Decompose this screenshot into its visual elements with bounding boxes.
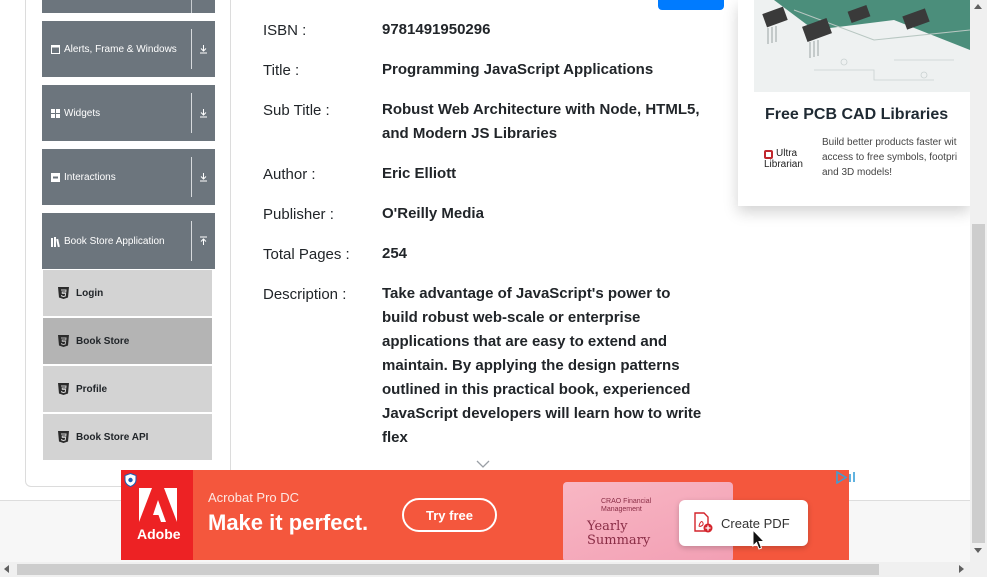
ad-title: Free PCB CAD Libraries [765,106,949,123]
description-value: Take advantage of JavaScript's power to … [382,282,717,450]
ultra-librarian-logo: Ultra Librarian [764,148,812,172]
description-label: Description : [263,286,347,303]
subtitle-line: Robust Web Architecture with Node, HTML5… [382,101,700,118]
adchoices-icon[interactable] [835,470,857,485]
description-line: flex [382,429,408,446]
horizontal-scroll-thumb[interactable] [17,564,879,575]
scroll-down-icon[interactable] [974,548,982,553]
description-line: Take advantage of JavaScript's power to [382,285,671,302]
scroll-up-icon[interactable] [974,4,982,9]
logo-text: Librarian [764,159,803,170]
sidebar-item-label: Book Store API [76,431,149,443]
shield-icon[interactable] [124,472,137,488]
ad-tagline: Make it perfect. [208,510,369,535]
logo-mark [764,150,773,159]
isbn-value: 9781491950296 [382,21,491,38]
description-line: applications that are easy to extend and [382,333,668,350]
try-free-button[interactable]: Try free [402,498,497,532]
ad-text-line: access to free symbols, footpri [822,152,958,163]
window-icon [51,44,60,54]
subtitle-value: Robust Web Architecture with Node, HTML5… [382,98,717,146]
html5-icon [58,431,69,443]
doc-title: Yearly Summary [587,520,650,548]
ad-description: Build better products faster wit access … [822,135,970,180]
subtitle-label: Sub Title : [263,102,330,119]
title-value: Programming JavaScript Applications [382,61,654,78]
adobe-banner-ad[interactable]: Adobe Acrobat Pro DC Make it perfect. Tr… [121,470,849,560]
html5-icon [58,383,69,395]
description-line: maintain. By applying the design pattern… [382,357,680,374]
vertical-scroll-thumb[interactable] [972,224,985,543]
grid-icon [51,108,60,118]
download-arrow-icon[interactable] [192,149,215,205]
description-line: build robust web-scale or enterprise [382,309,641,326]
pdf-add-icon [693,512,713,534]
sidebar-item-label: Book Store [76,335,130,347]
sidebar-group-label: Interactions [64,171,116,183]
pcb-board-image [754,0,970,92]
publisher-value: O'Reilly Media [382,205,484,222]
sidebar-group-alerts[interactable]: Alerts, Frame & Windows [42,21,215,77]
books-icon [51,236,60,247]
sidebar-item-label: Login [76,287,104,299]
pages-label: Total Pages : [263,246,350,263]
doc-title-line: Yearly [587,519,628,534]
sidebar-item-label: Profile [76,383,108,395]
html5-icon [58,287,69,299]
pcb-ad[interactable]: Free PCB CAD Libraries Ultra Librarian B… [738,0,970,206]
author-value: Eric Elliott [382,165,457,182]
sidebar-group-label: Book Store Application [64,235,165,247]
html5-icon [58,335,69,347]
sidebar-item-profile[interactable]: Profile [43,366,212,412]
download-arrow-icon[interactable] [192,21,215,77]
ad-product: Acrobat Pro DC [208,490,300,505]
chevron-down-icon[interactable] [476,456,490,468]
doc-title-line: Summary [587,533,651,548]
separator [191,0,192,13]
sidebar-group-book-store[interactable]: Book Store Application [42,213,215,269]
pages-value: 254 [382,245,408,262]
scroll-left-icon[interactable] [4,565,9,573]
logo-text: Adobe [137,526,181,542]
scroll-right-icon[interactable] [959,565,964,573]
download-arrow-icon[interactable] [192,85,215,141]
doc-header: CRAO Financial Management [601,498,652,513]
create-pdf-button[interactable]: Create PDF [679,500,808,546]
mouse-cursor-icon [751,528,766,551]
title-label: Title : [263,62,300,79]
top-button[interactable] [658,0,724,10]
description-line: JavaScript developers will learn how to … [382,405,702,422]
publisher-label: Publisher : [263,206,334,223]
sidebar-group-label: Widgets [64,107,101,119]
isbn-label: ISBN : [263,22,307,39]
logo-text: Ultra [776,148,798,159]
author-label: Author : [263,166,316,183]
sidebar-item-book-store[interactable]: Book Store [43,318,212,364]
sidebar-group-label: Alerts, Frame & Windows [64,43,177,55]
list-icon [51,172,60,182]
sidebar-group-widgets[interactable]: Widgets [42,85,215,141]
description-line: outlined in this practical book, experie… [382,381,691,398]
subtitle-line: and Modern JS Libraries [382,125,558,142]
sidebar-group-collapsed-top[interactable] [42,0,215,13]
sidebar-item-login[interactable]: Login [43,270,212,316]
sidebar-item-book-store-api[interactable]: Book Store API [43,414,212,460]
ad-text-line: and 3D models! [822,167,893,178]
sidebar-group-interactions[interactable]: Interactions [42,149,215,205]
upload-arrow-icon[interactable] [192,213,215,269]
ad-text-line: Build better products faster wit [822,137,957,148]
